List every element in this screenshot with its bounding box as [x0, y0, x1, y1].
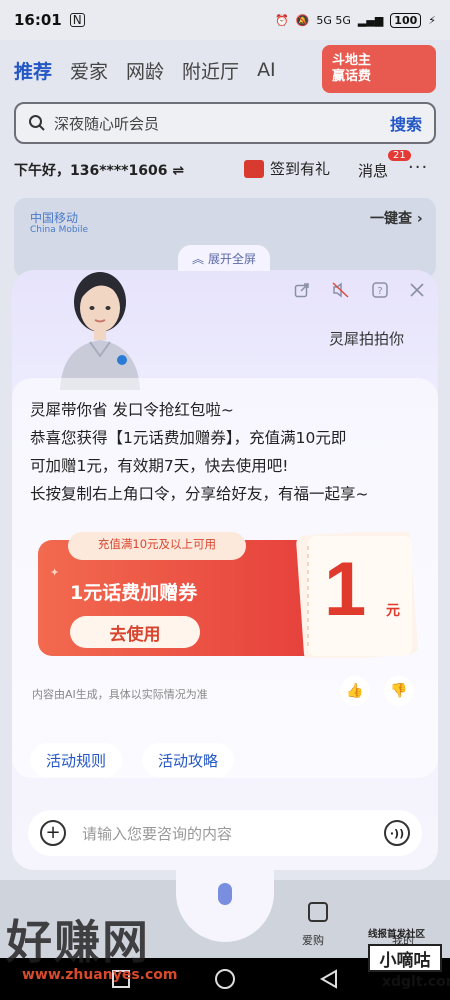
tab-ai[interactable]: AI	[257, 59, 276, 81]
one-click-query[interactable]: 一键查 ›	[370, 208, 423, 228]
tab-nearby-hall[interactable]: 附近厅	[182, 57, 239, 84]
nfc-icon: N	[69, 13, 85, 27]
message-line: 可加赠1元，有效期7天，快去使用吧!	[30, 457, 289, 475]
activity-guide-chip[interactable]: 活动攻略	[142, 743, 235, 777]
tab-network-age[interactable]: 网龄	[126, 57, 164, 84]
coupon-title: 1元话费加赠券	[70, 582, 198, 604]
search-button[interactable]: 搜索	[390, 111, 422, 135]
sparkle-icon: ✦	[50, 566, 60, 579]
message-line: 恭喜您获得【1元话费加赠券】，充值满10元即	[30, 429, 347, 447]
carrier-sub: China Mobile	[30, 225, 89, 235]
assistant-avatar	[60, 272, 140, 390]
search-icon	[29, 115, 45, 131]
chat-input-bar[interactable]: + 请输入您要咨询的内容 ·))	[28, 810, 422, 856]
watermark-domain: xdglt.com	[382, 974, 450, 990]
promo-line2: 赢话费	[332, 69, 372, 84]
svg-text:?: ?	[377, 286, 382, 297]
greeting-text[interactable]: 下午好，136****1606 ⇌	[14, 160, 184, 180]
message-line: 灵犀带你省 发口令抢红包啦~	[30, 401, 234, 419]
gift-icon	[244, 159, 264, 178]
promo-line1: 斗地主	[332, 53, 372, 68]
coupon-unit: 元	[386, 603, 400, 619]
signin-button[interactable]: 签到有礼	[244, 158, 330, 179]
assistant-greeting: 灵犀拍拍你	[328, 330, 404, 348]
home-icon[interactable]	[214, 969, 235, 989]
expand-fullscreen-button[interactable]: ︽ 展开全屏	[178, 245, 270, 271]
sound-off-icon[interactable]	[332, 282, 350, 298]
tab-recommend[interactable]: 推荐	[14, 57, 52, 84]
tab-home[interactable]: 爱家	[70, 57, 108, 84]
message-text: 灵犀带你省 发口令抢红包啦~ 恭喜您获得【1元话费加赠券】，充值满10元即 可加…	[30, 396, 425, 508]
voice-icon[interactable]: ·))	[384, 820, 410, 846]
signin-label: 签到有礼	[270, 160, 331, 178]
charging-icon: ⚡	[428, 13, 436, 27]
use-coupon-button[interactable]: 去使用	[70, 616, 200, 648]
coupon-condition: 充值满10元及以上可用	[97, 537, 217, 551]
watermark-tag: 线报首发社区	[368, 929, 426, 940]
network-label: 5G 5G	[316, 13, 351, 27]
watermark-site: 好赚网	[6, 915, 150, 969]
thumbs-up-icon[interactable]: 👍	[340, 676, 370, 706]
ai-notice: 内容由AI生成，具体以实际情况为准	[32, 688, 208, 701]
help-icon[interactable]: ?	[372, 282, 388, 298]
expand-label: 展开全屏	[208, 251, 257, 266]
chevron-up-icon: ︽	[191, 251, 204, 266]
activity-rules-chip[interactable]: 活动规则	[30, 743, 123, 777]
share-icon[interactable]	[294, 282, 310, 298]
carrier-logo: 中国移动 China Mobile	[30, 212, 88, 236]
signal-icon: ▂▄▆	[357, 13, 384, 27]
back-icon[interactable]	[319, 969, 338, 989]
close-icon[interactable]	[410, 283, 424, 297]
search-input[interactable]: 深夜随心听会员	[54, 113, 159, 134]
panel-toolbar: ?	[294, 282, 424, 298]
promo-banner[interactable]: 斗地主 赢话费	[322, 45, 436, 93]
top-tabs: 推荐 爱家 网龄 附近厅 AI	[14, 52, 276, 88]
shop-icon[interactable]	[308, 902, 328, 922]
carrier-name: 中国移动	[30, 211, 79, 225]
search-bar[interactable]: 深夜随心听会员 搜索	[14, 102, 436, 144]
chat-input[interactable]: 请输入您要咨询的内容	[82, 823, 232, 844]
messages-label: 消息	[358, 162, 389, 180]
coupon-card[interactable]: 充值满10元及以上可用 ✦ 1元话费加赠券 去使用 1 元	[38, 532, 418, 658]
status-time: 16:01	[14, 11, 62, 29]
coupon-amount: 1	[324, 547, 367, 632]
assistant-panel: ? 灵犀拍拍你 灵犀带你省 发口令抢红包啦~ 恭喜您获得【1元话费加赠券】，充值…	[12, 270, 438, 870]
watermark-url: www.zhuanyes.com	[22, 967, 178, 983]
watermark-brand: 小嘀咕	[368, 944, 442, 972]
nav-aigou[interactable]: 爱购	[302, 932, 324, 948]
mute-icon: 🔕	[295, 13, 310, 27]
alarm-icon: ⏰	[274, 13, 289, 27]
microphone-icon	[218, 883, 232, 905]
thumbs-down-icon[interactable]: 👎	[384, 676, 414, 706]
plus-icon[interactable]: +	[40, 820, 66, 846]
message-line: 长按复制右上角口令，分享给好友，有福一起享~	[30, 485, 369, 503]
battery-level: 100	[390, 12, 422, 28]
messages-button[interactable]: 消息 21	[358, 150, 411, 181]
more-icon[interactable]: ···	[408, 157, 428, 178]
status-bar: 16:01 N ⏰ 🔕 5G 5G ▂▄▆ 100 ⚡	[0, 0, 450, 40]
